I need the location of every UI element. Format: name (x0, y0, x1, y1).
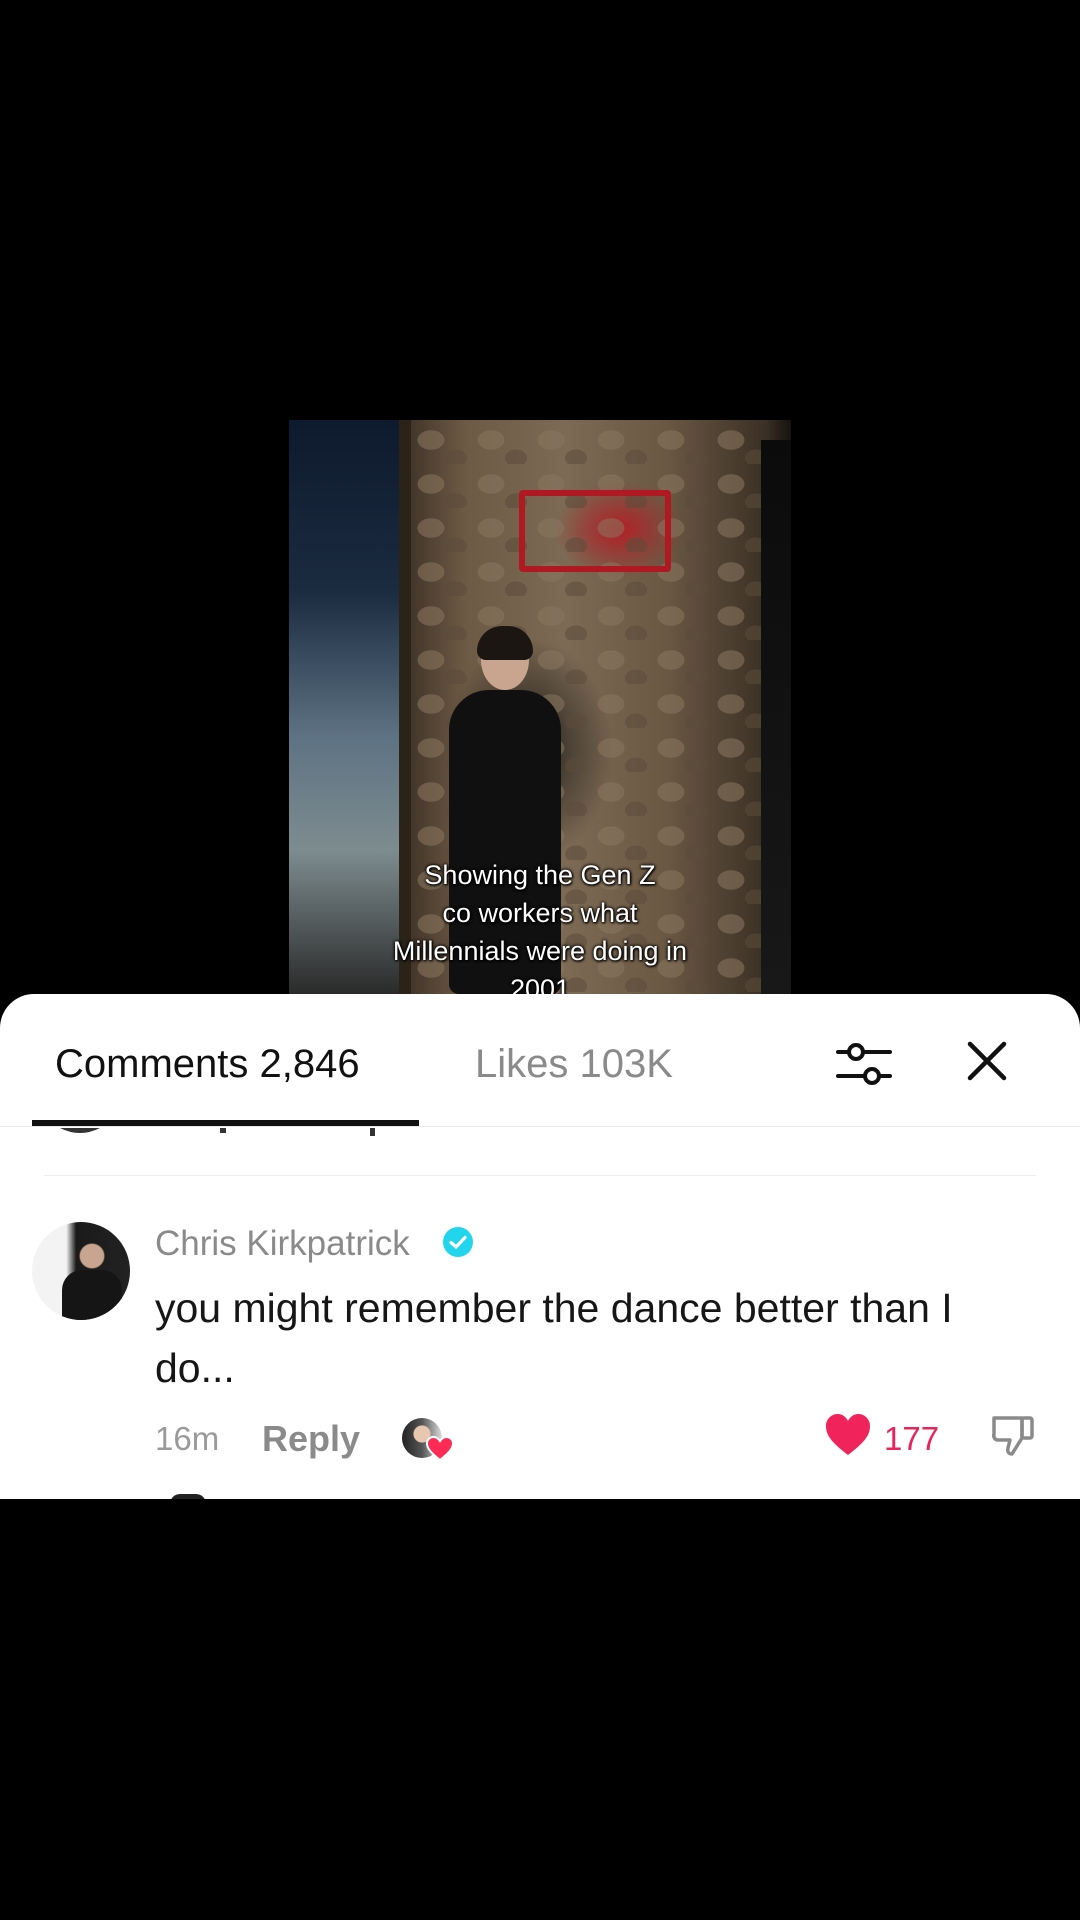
video-player[interactable]: Showing the Gen Z co workers what Millen… (289, 420, 791, 994)
video-red-rack (519, 490, 671, 572)
reply-button[interactable]: Reply (262, 1418, 360, 1460)
creator-liked-heart-icon (426, 1436, 454, 1462)
next-comment-avatar-fragment (170, 1494, 206, 1499)
sliders-icon[interactable] (836, 1038, 892, 1090)
tab-bar: Comments 2,846 Likes 103K (0, 994, 1080, 1126)
tab-comments[interactable]: Comments 2,846 (55, 1042, 360, 1087)
comment-timestamp: 16m (155, 1420, 220, 1457)
tabs-divider (0, 1126, 1080, 1127)
tab-likes-count: 103K (579, 1042, 673, 1086)
dislike-icon[interactable] (988, 1410, 1038, 1460)
tab-likes[interactable]: Likes 103K (475, 1042, 673, 1087)
comment-text: you might remember the dance better than… (155, 1285, 953, 1391)
comment-divider (44, 1175, 1036, 1176)
verified-badge-icon (443, 1227, 473, 1257)
tab-comments-count: 2,846 (259, 1042, 360, 1086)
previous-comment-fragment (60, 1128, 375, 1136)
avatar[interactable] (32, 1222, 130, 1320)
like-heart-icon[interactable] (824, 1412, 872, 1458)
like-count: 177 (884, 1420, 940, 1457)
close-icon[interactable] (962, 1036, 1012, 1086)
comment-username[interactable]: Chris Kirkpatrick (155, 1224, 410, 1264)
tab-comments-label: Comments (55, 1042, 249, 1086)
tab-likes-label: Likes (475, 1042, 569, 1086)
comments-sheet: Comments 2,846 Likes 103K Chris Kirkpatr… (0, 994, 1080, 1499)
video-caption: Showing the Gen Z co workers what Millen… (392, 860, 688, 994)
